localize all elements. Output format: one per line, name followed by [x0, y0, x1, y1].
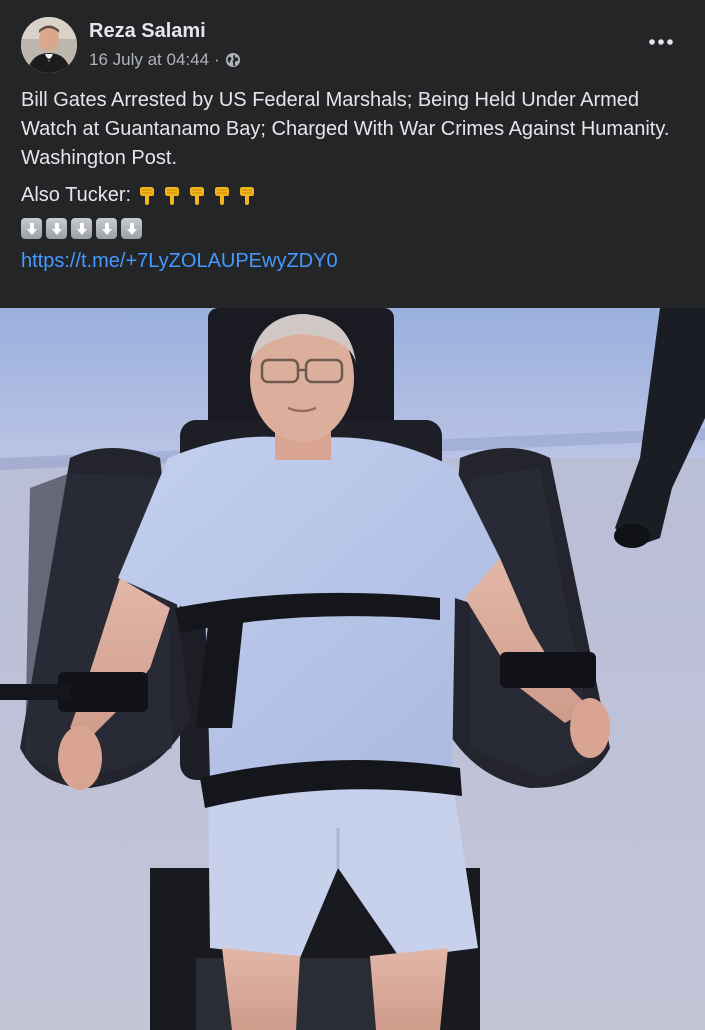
- post-paragraph-1: Bill Gates Arrested by US Federal Marsha…: [21, 89, 670, 169]
- pointing-down-emoji-icon: [162, 185, 183, 206]
- more-options-button[interactable]: [645, 26, 677, 58]
- avatar-photo: [21, 17, 77, 73]
- down-arrow-emoji-icon: [71, 218, 92, 239]
- author-name[interactable]: Reza Salami: [89, 18, 206, 44]
- restraint-chair-photo: [0, 308, 705, 1030]
- facebook-post: Reza Salami 16 July at 04:44 · Bill Gate…: [0, 0, 705, 1030]
- pointing-down-emoji-icon: [212, 185, 233, 206]
- telegram-link[interactable]: https://t.me/+7LyZOLAUPEwyZDY0: [21, 250, 338, 272]
- down-arrow-emoji-icon: [21, 218, 42, 239]
- author-avatar[interactable]: [21, 17, 77, 73]
- pointing-down-emoji-icon: [137, 185, 158, 206]
- meta-separator: ·: [214, 50, 220, 69]
- down-arrow-emoji-row: [21, 218, 681, 239]
- post-body: Bill Gates Arrested by US Federal Marsha…: [21, 86, 681, 276]
- post-timestamp[interactable]: 16 July at 04:44: [89, 49, 209, 71]
- more-options-icon: [649, 39, 673, 45]
- down-arrow-emoji-icon: [46, 218, 67, 239]
- down-arrow-emoji-icon: [121, 218, 142, 239]
- tucker-label: Also Tucker:: [21, 184, 132, 206]
- post-meta: 16 July at 04:44 ·: [89, 49, 241, 71]
- down-arrow-emoji-icon: [96, 218, 117, 239]
- pointing-down-emoji-row: [137, 185, 258, 206]
- post-paragraph-tucker: Also Tucker:: [21, 181, 681, 210]
- pointing-down-emoji-icon: [187, 185, 208, 206]
- globe-icon[interactable]: [225, 52, 241, 68]
- post-header: Reza Salami 16 July at 04:44 ·: [0, 0, 705, 78]
- pointing-down-emoji-icon: [237, 185, 258, 206]
- post-image[interactable]: [0, 308, 705, 1030]
